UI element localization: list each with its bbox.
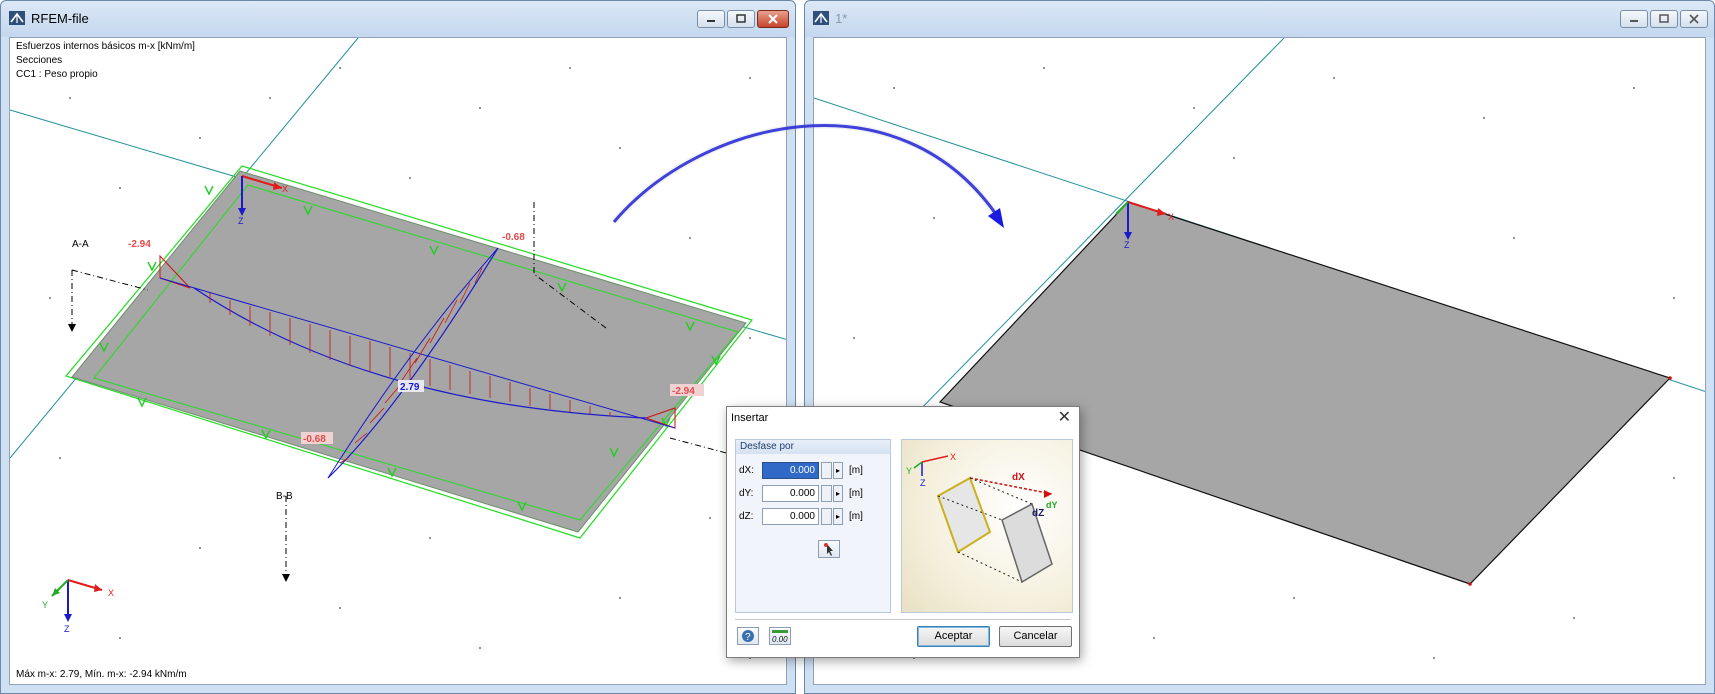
insert-dialog[interactable]: Insertar ✕ Desfase por dX: ▸ [m] dY: ▸ […: [726, 406, 1080, 658]
value-max-label: 2.79: [400, 382, 420, 393]
offset-group-title: Desfase por: [736, 440, 890, 454]
dz-menu-arrow[interactable]: ▸: [833, 508, 843, 525]
preview-figure: X Y Z dX dY dZ: [906, 452, 1058, 584]
dy-input[interactable]: [762, 485, 819, 502]
minimize-button[interactable]: [697, 10, 725, 28]
origin-z-label: Z: [238, 216, 244, 226]
model-canvas: A-A B-B -2.94 -2.94 -0.68 -0.68 2.79 X Z…: [10, 38, 786, 659]
app-icon: [813, 11, 829, 25]
svg-text:X: X: [950, 452, 956, 462]
dx-menu-arrow[interactable]: ▸: [833, 462, 843, 479]
app-icon: [9, 11, 25, 25]
value-bottom-label: -0.68: [303, 434, 326, 445]
dy-menu-arrow[interactable]: ▸: [833, 485, 843, 502]
origin-x-label: X: [282, 184, 288, 194]
ok-button[interactable]: Aceptar: [917, 626, 990, 647]
corner-x-label: X: [108, 588, 114, 598]
svg-text:0.00: 0.00: [772, 635, 788, 644]
offset-group: Desfase por dX: ▸ [m] dY: ▸ [m] dZ: ▸ [m…: [735, 439, 891, 613]
dx-spinner[interactable]: [821, 462, 832, 479]
dy-label: dY:: [739, 488, 754, 499]
origin-z-label: Z: [1124, 240, 1130, 250]
info-line-3: CC1 : Peso propio: [16, 69, 98, 80]
dx-unit: [m]: [849, 465, 863, 476]
dialog-title: Insertar: [731, 412, 769, 424]
window-title: RFEM-file: [31, 11, 89, 26]
title-bar[interactable]: RFEM-file: [1, 1, 795, 37]
value-left-label: -2.94: [128, 239, 151, 250]
help-icon: ?: [742, 630, 754, 643]
dx-row: dX: ▸ [m]: [739, 462, 889, 480]
dx-input[interactable]: [762, 462, 819, 479]
dy-row: dY: ▸ [m]: [739, 485, 889, 503]
plate-surface: [71, 170, 747, 533]
units-button[interactable]: 0.00: [769, 627, 791, 645]
cancel-button[interactable]: Cancelar: [999, 626, 1072, 647]
svg-text:dY: dY: [1046, 500, 1058, 510]
value-top-label: -0.68: [502, 232, 525, 243]
dz-unit: [m]: [849, 511, 863, 522]
dz-input[interactable]: [762, 508, 819, 525]
status-text: Máx m-x: 2.79, Mín. m-x: -2.94 kNm/m: [16, 669, 187, 680]
window-title: 1*: [835, 11, 848, 26]
corner-y-label: Y: [42, 600, 48, 610]
value-right-label: -2.94: [672, 386, 695, 397]
pointer-icon: [824, 543, 833, 556]
dz-row: dZ: ▸ [m]: [739, 508, 889, 526]
pick-point-button[interactable]: [818, 540, 840, 558]
rfem-file-window[interactable]: RFEM-file A-A B-B -2.94 -2.94 -0.68 -0.6…: [0, 0, 796, 694]
corner-axis-triad: [51, 579, 103, 622]
dy-spinner[interactable]: [821, 485, 832, 502]
svg-text:dZ: dZ: [1032, 508, 1044, 519]
dx-label: dX:: [739, 465, 755, 476]
dy-unit: [m]: [849, 488, 863, 499]
info-line-1: Esfuerzos internos básicos m-x [kNm/m]: [16, 41, 195, 52]
maximize-button[interactable]: [727, 10, 755, 28]
minimize-button[interactable]: [1620, 10, 1648, 28]
info-line-2: Secciones: [16, 55, 63, 66]
close-button[interactable]: [1680, 10, 1708, 28]
dz-label: dZ:: [739, 511, 754, 522]
corner-z-label: Z: [64, 624, 70, 634]
close-button[interactable]: [757, 10, 789, 28]
dialog-separator: [735, 619, 1071, 620]
section-bb-label: B-B: [276, 491, 293, 502]
origin-x-label: X: [1168, 212, 1174, 222]
model-viewport[interactable]: A-A B-B -2.94 -2.94 -0.68 -0.68 2.79 X Z…: [9, 37, 787, 685]
result-info: Esfuerzos internos básicos m-x [kNm/m] S…: [16, 40, 195, 82]
svg-text:dX: dX: [1012, 472, 1025, 483]
units-icon: 0.00: [772, 630, 788, 644]
help-button[interactable]: ?: [737, 627, 759, 645]
section-aa-label: A-A: [72, 239, 89, 250]
offset-preview-image: X Y Z dX dY dZ: [901, 439, 1073, 613]
svg-text:?: ?: [745, 632, 751, 643]
title-bar[interactable]: 1*: [805, 1, 1714, 37]
maximize-button[interactable]: [1650, 10, 1678, 28]
dz-spinner[interactable]: [821, 508, 832, 525]
close-icon[interactable]: ✕: [1058, 409, 1071, 427]
svg-text:Z: Z: [920, 478, 926, 488]
svg-text:Y: Y: [906, 466, 912, 476]
